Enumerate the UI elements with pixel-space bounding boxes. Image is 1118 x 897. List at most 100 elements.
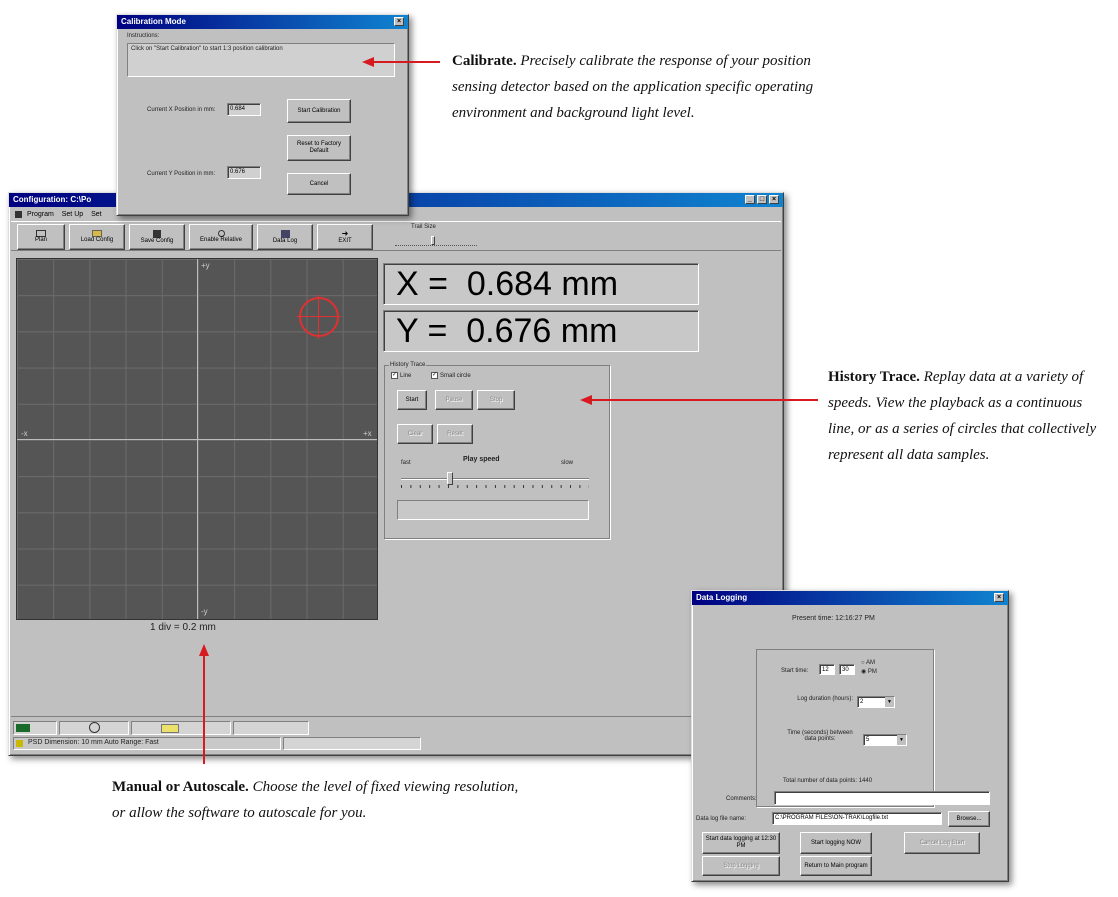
plot-axis-top-label: +y bbox=[201, 261, 210, 270]
plot-axis-bottom-label: -y bbox=[201, 607, 208, 616]
menu-set[interactable]: Set bbox=[91, 211, 102, 218]
small-circle-checkbox[interactable]: ✓ Small circle bbox=[431, 372, 471, 379]
x-readout: X = 0.684 mm bbox=[383, 263, 699, 305]
trail-size-slider[interactable] bbox=[395, 234, 477, 246]
calibration-close-icon[interactable]: × bbox=[394, 17, 404, 26]
present-time: Present time: 12:16:27 PM bbox=[792, 615, 875, 622]
browse-button[interactable]: Browse... bbox=[948, 811, 990, 827]
toolbar-data-log-button[interactable]: Data Log bbox=[257, 224, 313, 250]
toolbar-exit-button[interactable]: ➜ EXIT bbox=[317, 224, 373, 250]
plot-scale-label: 1 div = 0.2 mm bbox=[150, 622, 216, 633]
play-speed-slow-label: slow bbox=[561, 460, 574, 466]
log-duration-select[interactable]: 2 ▼ bbox=[857, 696, 895, 708]
autoscale-arrow-line bbox=[203, 654, 205, 764]
current-x-label: Current X Position in mm: bbox=[147, 107, 216, 113]
interval-select[interactable]: 5 ▼ bbox=[863, 734, 907, 746]
play-speed-fast-label: fast bbox=[401, 460, 411, 466]
history-reset-button[interactable]: Reset bbox=[437, 424, 473, 444]
status-panel-4 bbox=[233, 721, 309, 735]
instructions-box: Click on "Start Calibration" to start 1:… bbox=[127, 43, 395, 77]
start-hour-field[interactable]: 12 bbox=[819, 664, 835, 675]
close-icon[interactable]: × bbox=[769, 195, 779, 204]
reset-factory-default-button[interactable]: Reset to Factory Default bbox=[287, 135, 351, 161]
log-duration-label: Log duration (hours): bbox=[797, 696, 853, 702]
calibration-dialog: Calibration Mode × Instructions: Click o… bbox=[116, 14, 409, 216]
interval-label: Time (seconds) between data points: bbox=[787, 730, 853, 742]
history-title: History Trace. bbox=[828, 369, 920, 385]
toolbar-load-config-button[interactable]: Load Config bbox=[69, 224, 125, 250]
xy-position-plot[interactable]: +y -y -x +x bbox=[16, 258, 378, 620]
history-progress-box bbox=[397, 500, 589, 520]
total-data-points: Total number of data points: 1440 bbox=[783, 778, 873, 784]
toolbar-enable-relative-button[interactable]: Enable Relative bbox=[189, 224, 253, 250]
comments-input[interactable] bbox=[774, 791, 990, 805]
history-trace-label: History Trace bbox=[389, 362, 427, 368]
start-calibration-button[interactable]: Start Calibration bbox=[287, 99, 351, 123]
plot-horizontal-axis bbox=[17, 439, 377, 440]
history-stop-button[interactable]: Stop bbox=[477, 390, 515, 410]
instructions-label: Instructions: bbox=[127, 33, 160, 39]
play-speed-label: Play speed bbox=[463, 456, 500, 463]
trail-size-thumb[interactable] bbox=[431, 236, 435, 245]
calibration-cancel-button[interactable]: Cancel bbox=[287, 173, 351, 195]
line-checkbox[interactable]: ✓ Line bbox=[391, 372, 411, 379]
menu-setup[interactable]: Set Up bbox=[62, 211, 83, 218]
status-text: PSD Dimension: 10 mm Auto Range: Fast bbox=[28, 739, 159, 746]
calibrate-arrow-line bbox=[372, 61, 440, 63]
play-speed-thumb[interactable] bbox=[447, 472, 453, 485]
history-trace-group: History Trace ✓ Line ✓ Small circle Start … bbox=[384, 362, 610, 539]
folder-icon bbox=[92, 230, 102, 237]
menu-program[interactable]: Program bbox=[27, 211, 54, 218]
current-y-label: Current Y Position in mm: bbox=[147, 171, 216, 177]
minimize-icon[interactable]: _ bbox=[745, 195, 755, 204]
schedule-group: Start time: 12 30 ○ AM ◉ PM Log duration… bbox=[756, 649, 934, 807]
grid-icon bbox=[280, 229, 290, 238]
clock-icon bbox=[89, 722, 100, 733]
main-window-title: Configuration: C:\Po bbox=[13, 195, 92, 204]
autoscale-title: Manual or Autoscale. bbox=[112, 779, 249, 795]
status-bar: PSD Dimension: 10 mm Auto Range: Fast bbox=[11, 716, 781, 752]
data-logging-close-icon[interactable]: × bbox=[994, 593, 1004, 602]
play-speed-slider[interactable] bbox=[401, 472, 589, 490]
toolbar-plan-button[interactable]: Plan bbox=[17, 224, 65, 250]
instructions-text: Click on "Start Calibration" to start 1:… bbox=[131, 46, 283, 52]
target-crosshair-h bbox=[297, 316, 341, 317]
current-y-value: 0.676 bbox=[227, 166, 261, 179]
data-logging-dialog: Data Logging × Present time: 12:16:27 PM… bbox=[691, 590, 1009, 882]
play-speed-track bbox=[401, 478, 589, 480]
app-icon bbox=[15, 210, 22, 218]
history-start-button[interactable]: Start bbox=[397, 390, 427, 410]
toolbar: Plan Load Config Save Config Enable Rela… bbox=[11, 221, 781, 251]
status-led-icon bbox=[16, 724, 30, 732]
plan-icon bbox=[36, 230, 46, 237]
start-time-label: Start time: bbox=[781, 668, 809, 674]
return-main-button[interactable]: Return to Main program bbox=[800, 856, 872, 876]
maximize-icon[interactable]: □ bbox=[757, 195, 767, 204]
line-check-icon: ✓ bbox=[391, 372, 398, 379]
dropdown-arrow-icon[interactable]: ▼ bbox=[885, 697, 894, 707]
calibration-title: Calibration Mode bbox=[121, 17, 186, 26]
status-text-panel: PSD Dimension: 10 mm Auto Range: Fast bbox=[13, 737, 281, 750]
target-marker-icon bbox=[297, 295, 341, 339]
am-radio[interactable]: ○ AM bbox=[861, 660, 875, 666]
start-at-time-button[interactable]: Start data logging at 12:30 PM bbox=[702, 832, 780, 854]
trail-size-label: Trail Size bbox=[411, 224, 436, 230]
file-name-input[interactable]: C:\PROGRAM FILES\ON-TRAK\Logfile.txt bbox=[772, 812, 942, 825]
start-minute-field[interactable]: 30 bbox=[839, 664, 855, 675]
disk-icon bbox=[153, 229, 161, 238]
play-speed-ticks bbox=[401, 485, 589, 488]
history-pause-button[interactable]: Pause bbox=[435, 390, 473, 410]
current-x-value: 0.684 bbox=[227, 103, 261, 116]
history-clear-button[interactable]: Clear bbox=[397, 424, 433, 444]
start-now-button[interactable]: Start logging NOW bbox=[800, 832, 872, 854]
status-yellow-icon bbox=[16, 740, 23, 747]
comments-label: Comments: bbox=[726, 796, 757, 802]
target-crosshair-v bbox=[318, 295, 319, 339]
y-readout: Y = 0.676 mm bbox=[383, 310, 699, 352]
interval-dropdown-arrow-icon[interactable]: ▼ bbox=[897, 735, 906, 745]
history-annotation: History Trace. Replay data at a variety … bbox=[828, 364, 1108, 468]
pm-radio[interactable]: ◉ PM bbox=[861, 668, 877, 675]
stop-logging-button[interactable]: Stop Logging bbox=[702, 856, 780, 876]
toolbar-save-config-button[interactable]: Save Config bbox=[129, 224, 185, 250]
cancel-log-start-button[interactable]: Cancel Log Start bbox=[904, 832, 980, 854]
